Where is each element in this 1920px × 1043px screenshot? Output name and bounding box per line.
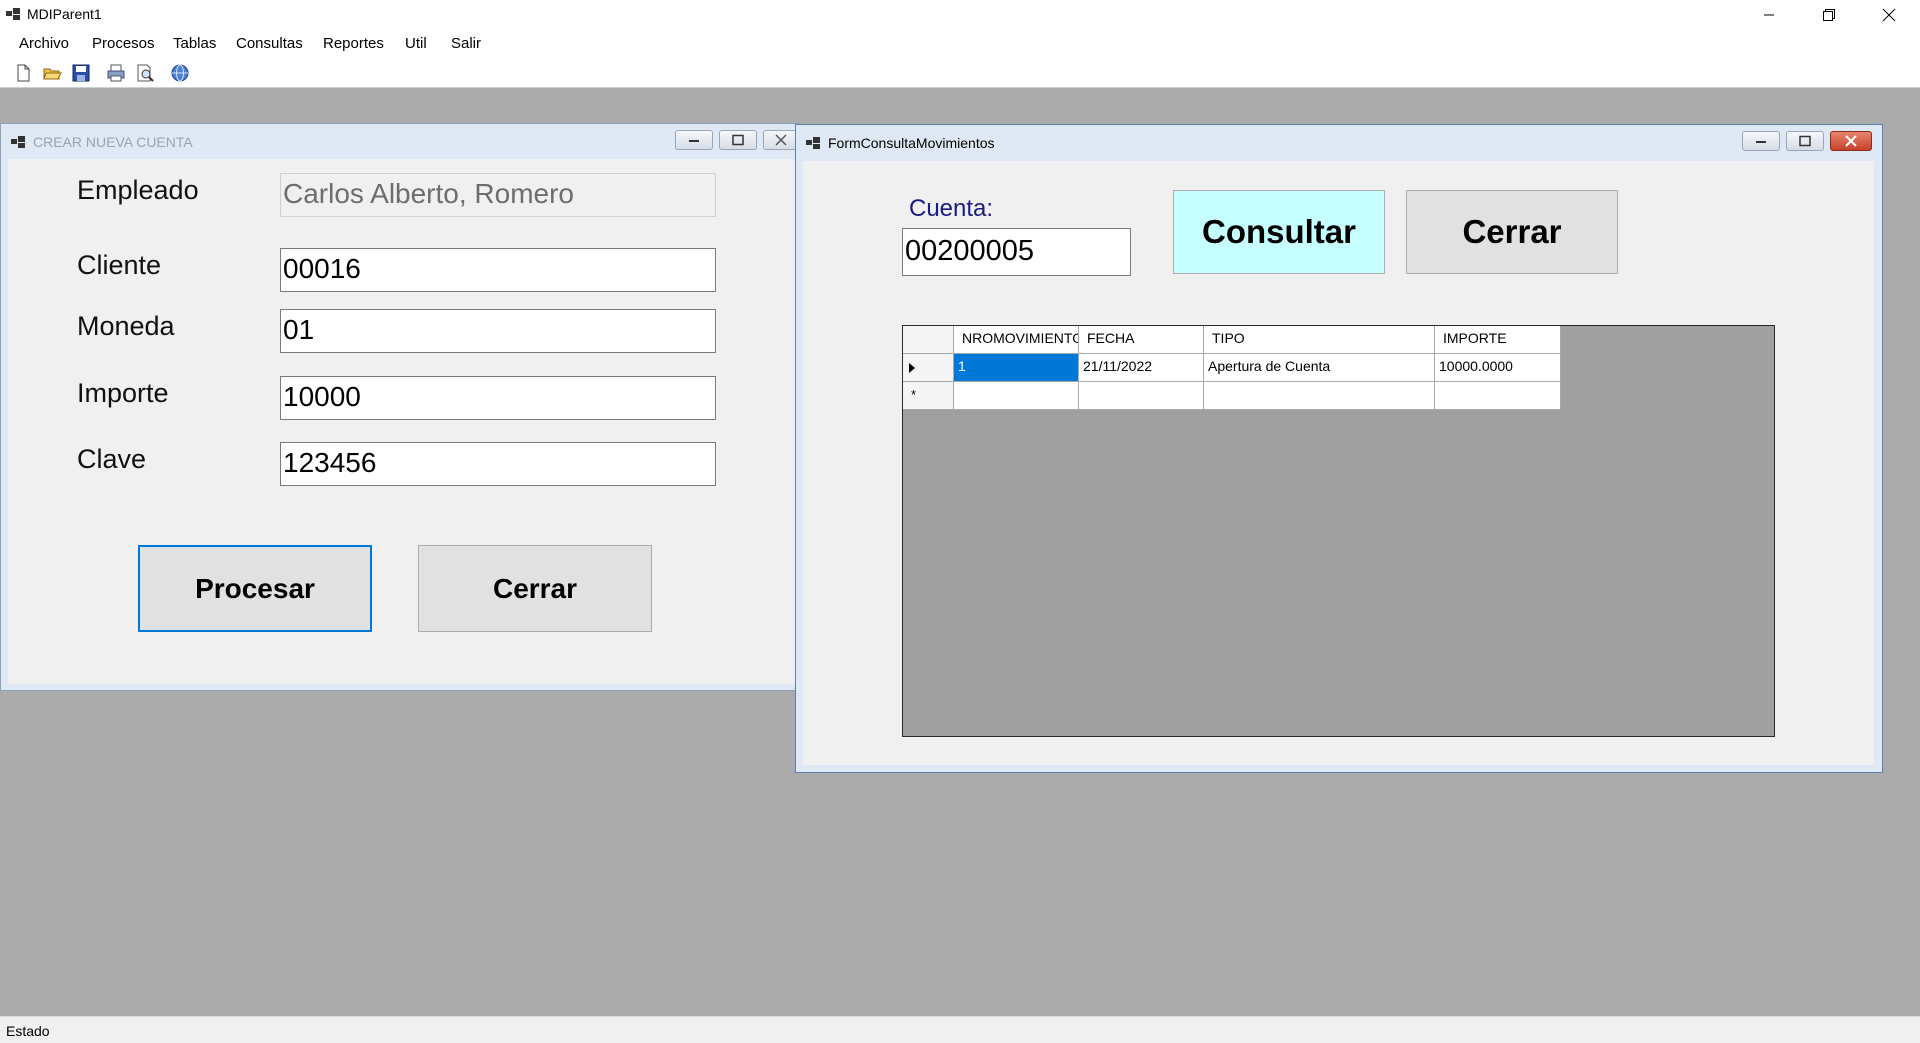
consulta-close-button[interactable]: [1830, 131, 1872, 151]
clave-label: Clave: [77, 444, 147, 474]
empleado-label: Empleado: [77, 175, 199, 205]
restore-icon: [1823, 8, 1835, 21]
restore-icon: [732, 134, 744, 146]
crear-cuenta-titlebar[interactable]: CREAR NUEVA CUENTA: [1, 124, 799, 158]
print-preview-icon[interactable]: [135, 63, 155, 83]
restore-icon: [1799, 135, 1811, 147]
movimientos-grid[interactable]: NROMOVIMIENTO FECHA TIPO IMPORTE 1 21/11…: [902, 325, 1775, 737]
app-titlebar: MDIParent1: [0, 0, 1920, 29]
close-icon: [1882, 8, 1896, 21]
cuenta-field[interactable]: 00200005: [902, 228, 1131, 276]
column-header-importe[interactable]: IMPORTE: [1435, 326, 1561, 354]
moneda-field[interactable]: 01: [280, 309, 716, 353]
column-header-fecha[interactable]: FECHA: [1079, 326, 1204, 354]
consulta-cerrar-button[interactable]: Cerrar: [1406, 190, 1618, 274]
menu-tablas[interactable]: Tablas: [173, 35, 216, 52]
consultar-button[interactable]: Consultar: [1173, 190, 1385, 274]
grid-cell-new[interactable]: [1435, 382, 1561, 410]
crear-cuenta-minimize-button[interactable]: [675, 130, 713, 150]
close-icon: [1845, 135, 1857, 147]
column-header-nromovimiento[interactable]: NROMOVIMIENTO: [954, 326, 1079, 354]
crear-cuenta-close-button[interactable]: [763, 130, 799, 150]
grid-cell[interactable]: 10000.0000: [1435, 354, 1561, 382]
open-folder-icon[interactable]: [42, 63, 62, 83]
grid-cell[interactable]: Apertura de Cuenta: [1204, 354, 1435, 382]
consulta-title: FormConsultaMovimientos: [828, 135, 995, 151]
grid-cell-new[interactable]: [1204, 382, 1435, 410]
crear-cuenta-restore-button[interactable]: [719, 130, 757, 150]
procesar-button[interactable]: Procesar: [138, 545, 372, 632]
form-icon: [806, 137, 820, 149]
app-title: MDIParent1: [27, 6, 102, 22]
importe-field[interactable]: 10000: [280, 376, 716, 420]
importe-label: Importe: [77, 378, 169, 408]
grid-cell-new[interactable]: [1079, 382, 1204, 410]
app-icon: [6, 8, 20, 20]
menu-salir[interactable]: Salir: [451, 35, 481, 52]
consulta-restore-button[interactable]: [1786, 131, 1824, 151]
menu-consultas[interactable]: Consultas: [236, 35, 303, 52]
moneda-label: Moneda: [77, 311, 175, 341]
crear-cuenta-window: CREAR NUEVA CUENTA Empleado Carlos Alber…: [0, 123, 800, 691]
status-bar: Estado: [0, 1016, 1920, 1043]
grid-cell-new[interactable]: [954, 382, 1079, 410]
grid-corner-header[interactable]: [903, 326, 954, 354]
minimize-icon: [1764, 14, 1774, 15]
menu-util[interactable]: Util: [405, 35, 427, 52]
current-row-arrow-icon: [909, 363, 915, 373]
grid-cell[interactable]: 21/11/2022: [1079, 354, 1204, 382]
toolbar: [0, 58, 1920, 88]
crear-cuenta-client: Empleado Carlos Alberto, Romero Cliente …: [8, 159, 798, 684]
menu-procesos[interactable]: Procesos: [92, 35, 155, 52]
consulta-minimize-button[interactable]: [1742, 131, 1780, 151]
column-header-tipo[interactable]: TIPO: [1204, 326, 1435, 354]
clave-field[interactable]: 123456: [280, 442, 716, 486]
empleado-field: Carlos Alberto, Romero: [280, 173, 716, 217]
new-icon[interactable]: [13, 63, 33, 83]
grid-cell-selected[interactable]: 1: [954, 354, 1079, 382]
save-icon[interactable]: [71, 63, 91, 83]
cliente-field[interactable]: 00016: [280, 248, 716, 292]
crear-cuenta-cerrar-button[interactable]: Cerrar: [418, 545, 652, 632]
cuenta-label: Cuenta:: [909, 195, 994, 222]
menu-bar: Archivo Procesos Tablas Consultas Report…: [0, 29, 1920, 58]
menu-reportes[interactable]: Reportes: [323, 35, 384, 52]
new-row-header[interactable]: *: [903, 382, 954, 410]
minimize-button[interactable]: [1740, 0, 1798, 29]
row-header[interactable]: [903, 354, 954, 382]
close-icon: [775, 134, 787, 146]
help-globe-icon[interactable]: [170, 63, 190, 83]
menu-archivo[interactable]: Archivo: [19, 35, 69, 52]
crear-cuenta-title: CREAR NUEVA CUENTA: [33, 134, 193, 150]
print-icon[interactable]: [106, 63, 126, 83]
minimize-icon: [1756, 141, 1766, 143]
form-icon: [11, 136, 25, 148]
minimize-icon: [689, 140, 699, 142]
status-text: Estado: [6, 1023, 50, 1039]
close-button[interactable]: [1860, 0, 1918, 29]
consulta-titlebar[interactable]: FormConsultaMovimientos: [796, 125, 1882, 159]
cliente-label: Cliente: [77, 250, 162, 280]
restore-button[interactable]: [1800, 0, 1858, 29]
